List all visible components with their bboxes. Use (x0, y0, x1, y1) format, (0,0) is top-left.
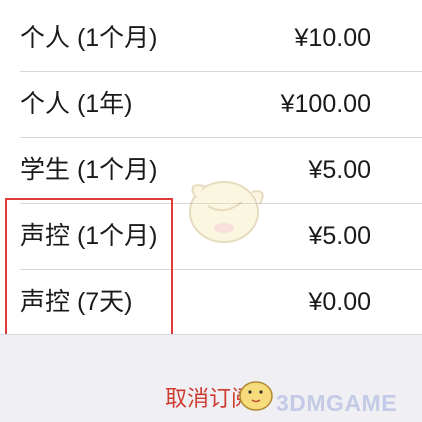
plan-name: 学生 (1个月) (20, 156, 158, 184)
plan-name: 个人 (1个月) (20, 24, 158, 52)
plan-price: ¥0.00 (308, 288, 371, 316)
plan-row-personal-month[interactable]: 个人 (1个月) ¥10.00 (0, 5, 422, 71)
plan-row-personal-year[interactable]: 个人 (1年) ¥100.00 (0, 71, 422, 137)
chick-logo-icon (239, 381, 273, 411)
plan-price: ¥100.00 (280, 90, 371, 118)
chick-watermark-icon (189, 181, 264, 243)
footer-divider (0, 334, 422, 335)
plan-name: 个人 (1年) (20, 90, 133, 118)
plan-price: ¥5.00 (308, 222, 371, 250)
plan-price: ¥10.00 (294, 24, 371, 52)
plan-price: ¥5.00 (308, 156, 371, 184)
voice-plans-highlight-box (5, 198, 173, 341)
brand-watermark: 3DMGAME (276, 390, 398, 416)
